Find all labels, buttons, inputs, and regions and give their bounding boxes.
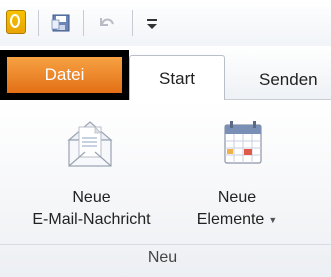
tab-file[interactable]: Datei [7,57,122,93]
group-label-new: Neu [147,249,178,266]
new-items-calendar-icon [221,119,265,167]
undo-icon[interactable] [95,12,117,34]
quick-access-toolbar [0,0,331,46]
new-email-icon [63,118,117,168]
toolbar-separator [38,10,39,36]
dropdown-arrow-icon[interactable]: ▼ [268,210,277,230]
customize-dropdown-icon[interactable] [144,12,160,34]
tab-start[interactable]: Start [129,55,225,101]
tab-send[interactable]: Senden [259,70,318,90]
new-items-label-line2: Elemente ▼ [196,210,278,230]
new-items-button[interactable]: Neue Elemente ▼ [183,108,331,244]
outlook-icon[interactable] [6,10,26,34]
new-items-label-line1: Neue [217,189,257,206]
file-tab-highlight: Datei [0,50,129,100]
toolbar-separator [83,10,84,36]
save-icon[interactable] [50,12,72,34]
group-divider [0,244,331,245]
toolbar-separator [132,10,133,36]
